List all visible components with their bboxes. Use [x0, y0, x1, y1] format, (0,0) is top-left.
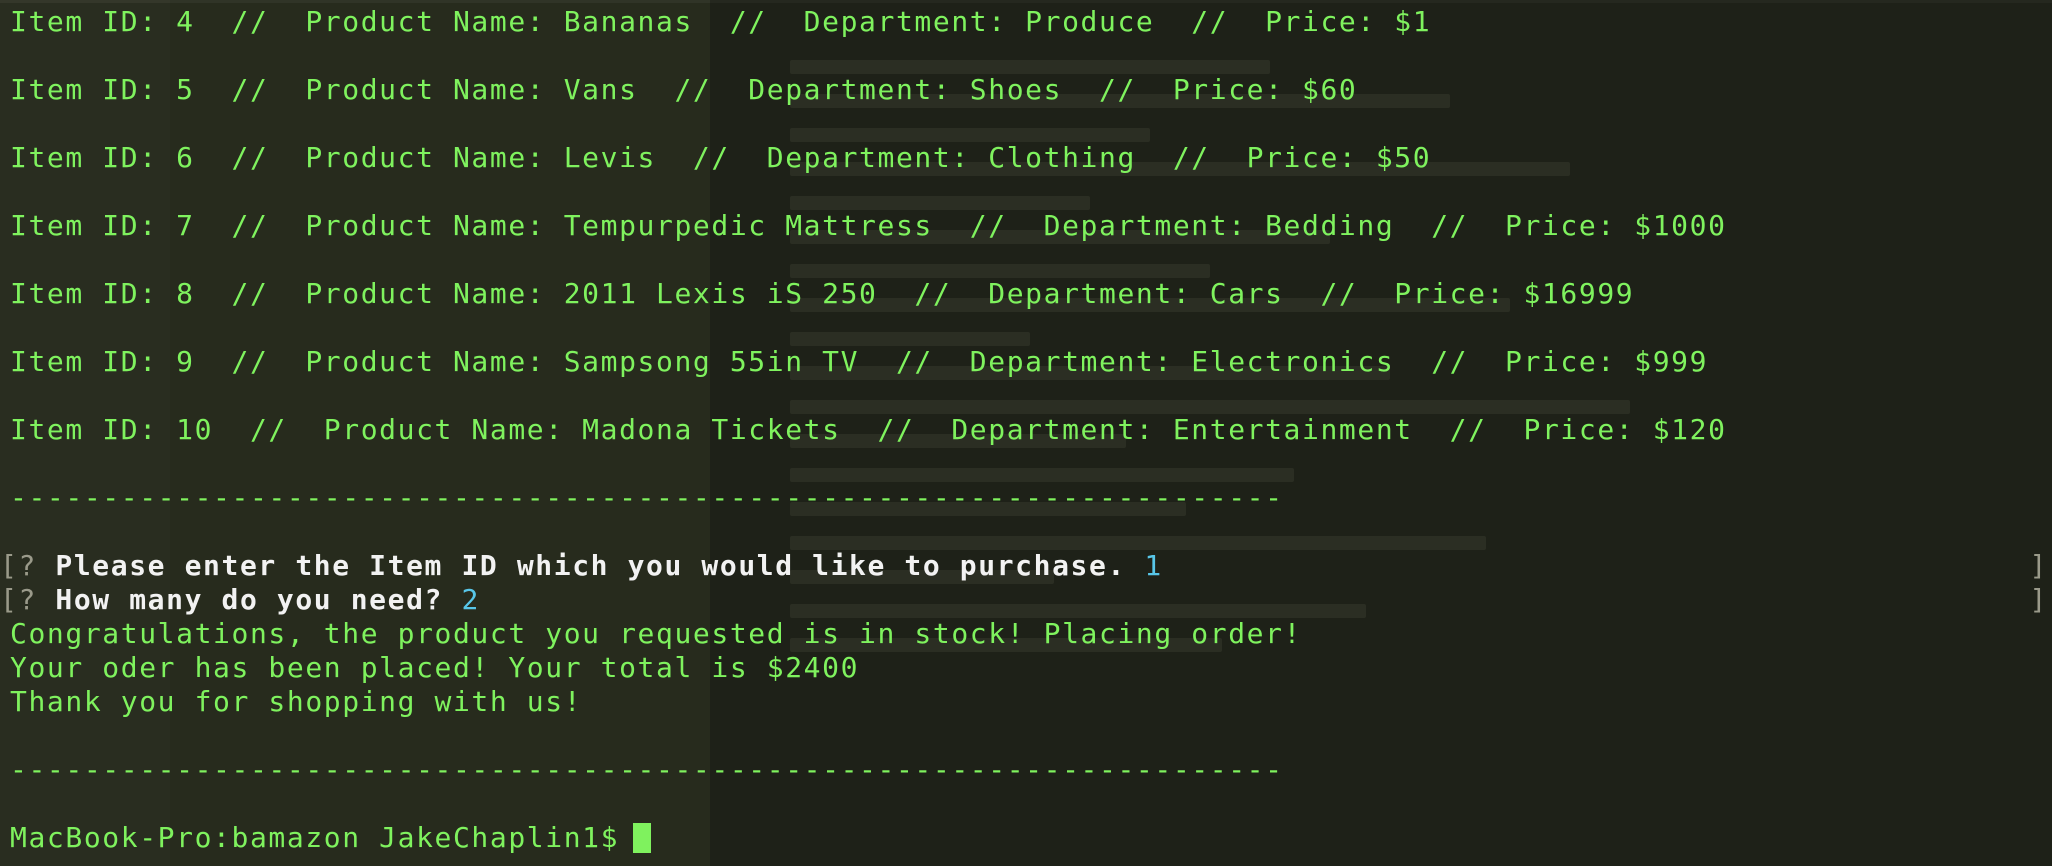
prompt-mark: [?: [0, 583, 37, 616]
prompt-question: Please enter the Item ID which you would…: [55, 549, 1126, 582]
prompt-answer: 2: [461, 583, 480, 616]
separator-line: ----------------------------------------…: [10, 753, 1284, 786]
inventory-line: Item ID: 7 // Product Name: Tempurpedic …: [10, 209, 1727, 242]
prompt-question: How many do you need?: [55, 583, 443, 616]
separator-line: ----------------------------------------…: [10, 481, 1284, 514]
inventory-line: Item ID: 4 // Product Name: Bananas // D…: [10, 5, 1432, 38]
status-message: Congratulations, the product you request…: [10, 617, 1303, 650]
inventory-line: Item ID: 6 // Product Name: Levis // Dep…: [10, 141, 1432, 174]
text-cursor: [633, 823, 652, 853]
prompt-quantity: [? How many do you need? 2: [0, 583, 480, 617]
terminal-output: Item ID: 4 // Product Name: Bananas // D…: [0, 0, 2052, 866]
prompt-item-id: [? Please enter the Item ID which you wo…: [0, 549, 1163, 583]
status-message: Your oder has been placed! Your total is…: [10, 651, 860, 684]
prompt-answer: 1: [1144, 549, 1163, 582]
inventory-line: Item ID: 5 // Product Name: Vans // Depa…: [10, 73, 1358, 106]
inventory-line: Item ID: 8 // Product Name: 2011 Lexis i…: [10, 277, 1635, 310]
terminal-window[interactable]: Item ID: 4 // Product Name: Bananas // D…: [0, 0, 2052, 866]
prompt-right-bracket: ]: [2029, 549, 2048, 582]
prompt-right-bracket: ]: [2029, 583, 2048, 616]
status-message: Thank you for shopping with us!: [10, 685, 583, 718]
shell-prompt-line[interactable]: MacBook-Pro:bamazon JakeChaplin1$: [10, 821, 652, 855]
prompt-mark: [?: [0, 549, 37, 582]
inventory-line: Item ID: 10 // Product Name: Madona Tick…: [10, 413, 1727, 446]
shell-prompt: MacBook-Pro:bamazon JakeChaplin1$: [10, 821, 620, 854]
inventory-line: Item ID: 9 // Product Name: Sampsong 55i…: [10, 345, 1709, 378]
